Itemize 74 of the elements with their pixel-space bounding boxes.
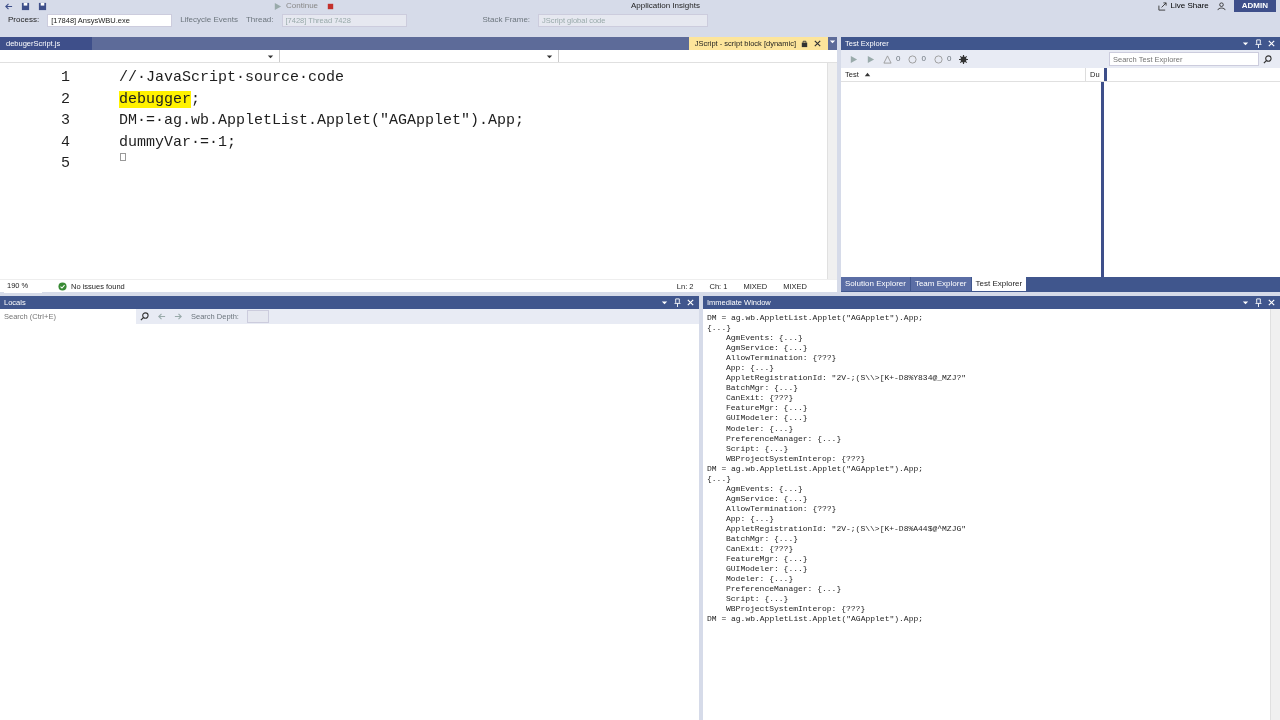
- sort-icon: [862, 70, 872, 79]
- status-icon: [933, 54, 943, 64]
- status-icon: [883, 54, 892, 64]
- line-number: 3: [60, 111, 70, 131]
- output-line: Script: {...}: [725, 443, 790, 454]
- share-icon: [1157, 1, 1167, 11]
- cursor-mark: [120, 153, 126, 161]
- output-line: AppletRegistrationId: "2V-;(S\\>[K+-D8%A44$@^MZJG": [725, 524, 968, 535]
- output-line: {...}: [707, 473, 732, 484]
- code-line: dummyVar·=·1;: [119, 132, 237, 153]
- output-line: AllowTermination: {???}: [725, 353, 838, 364]
- thread-label: Thread:: [245, 14, 274, 26]
- panel-tab[interactable]: Team Explorer: [910, 277, 971, 291]
- scrollbar[interactable]: [827, 63, 837, 279]
- line-number: 2: [60, 89, 70, 110]
- process-label: Process:: [8, 14, 40, 26]
- panel-tab[interactable]: Test Explorer: [971, 277, 1027, 291]
- lifecycle-events-button[interactable]: Lifecycle Events: [180, 14, 238, 26]
- output-line: Modeler: {...}: [725, 574, 795, 585]
- user-button[interactable]: ADMIN: [1233, 0, 1276, 12]
- output-line: AgmService: {...}: [725, 343, 809, 354]
- code-line: //·JavaScript·source·code: [119, 68, 345, 88]
- output-line: GUIModeler: {...}: [725, 413, 809, 424]
- person-icon[interactable]: [1216, 1, 1226, 11]
- output-line: AgmService: {...}: [725, 493, 809, 504]
- test-count: 0: [896, 53, 901, 65]
- output-line: GUIModeler: {...}: [725, 564, 809, 575]
- live-share-button[interactable]: Live Share: [1157, 0, 1209, 12]
- save-icon[interactable]: [38, 1, 47, 11]
- output-line: AgmEvents: {...}: [725, 483, 804, 494]
- output-line: AppletRegistrationId: "2V-;(S\\>[K+-D8%Y834@_MZJ?": [725, 373, 968, 384]
- status-icon: [908, 54, 918, 64]
- output-line: DM = ag.wb.AppletList.Applet("AGApplet").App;: [707, 614, 925, 625]
- line-number: 5: [60, 154, 70, 174]
- output-line: FeatureMgr: {...}: [725, 403, 809, 414]
- gear-icon[interactable]: [959, 54, 969, 64]
- output-line: FeatureMgr: {...}: [725, 554, 809, 565]
- pin-icon[interactable]: [673, 298, 682, 307]
- line-number: 4: [60, 132, 70, 153]
- output-line: CanExit: {???}: [725, 544, 795, 555]
- panel-tab[interactable]: Solution Explorer: [841, 277, 910, 291]
- search-icon: [140, 312, 149, 321]
- test-count: 0: [946, 53, 952, 65]
- output-line: PreferenceManager: {...}: [725, 433, 843, 444]
- pin-icon[interactable]: [1254, 298, 1263, 307]
- stack-frame-label: Stack Frame:: [482, 14, 531, 26]
- output-line: BatchMgr: {...}: [725, 534, 799, 545]
- lock-icon: [800, 39, 809, 48]
- output-line: AgmEvents: {...}: [725, 333, 804, 344]
- close-icon[interactable]: [813, 39, 822, 48]
- output-line: DM = ag.wb.AppletList.Applet("AGApplet").App;: [707, 313, 925, 324]
- output-line: Modeler: {...}: [725, 423, 795, 434]
- output-line: AllowTermination: {???}: [725, 503, 838, 514]
- output-line: WBProjectSystemInterop: {???}: [725, 453, 867, 464]
- output-line: BatchMgr: {...}: [725, 383, 799, 394]
- output-line: DM = ag.wb.AppletList.Applet("AGApplet").App;: [707, 463, 925, 474]
- code-line: DM·=·ag.wb.AppletList.Applet("AGApplet").App;: [119, 111, 525, 131]
- stop-icon[interactable]: [326, 1, 336, 11]
- line-number: 1: [60, 68, 70, 88]
- output-line: PreferenceManager: {...}: [725, 584, 843, 595]
- test-count: 0: [921, 53, 926, 65]
- play-icon: [273, 1, 282, 11]
- search-icon: [1263, 54, 1272, 64]
- pin-icon[interactable]: [1254, 39, 1263, 48]
- output-line: App: {...}: [725, 363, 775, 374]
- output-line: WBProjectSystemInterop: {???}: [725, 604, 867, 615]
- save-icon[interactable]: [21, 1, 30, 11]
- output-line: App: {...}: [725, 513, 775, 524]
- back-icon[interactable]: [4, 1, 13, 11]
- output-line: CanExit: {???}: [725, 393, 795, 404]
- output-line: Script: {...}: [725, 594, 790, 605]
- output-line: {...}: [707, 323, 732, 334]
- insights-button[interactable]: Application Insights: [631, 0, 700, 12]
- scrollbar[interactable]: [1270, 309, 1280, 720]
